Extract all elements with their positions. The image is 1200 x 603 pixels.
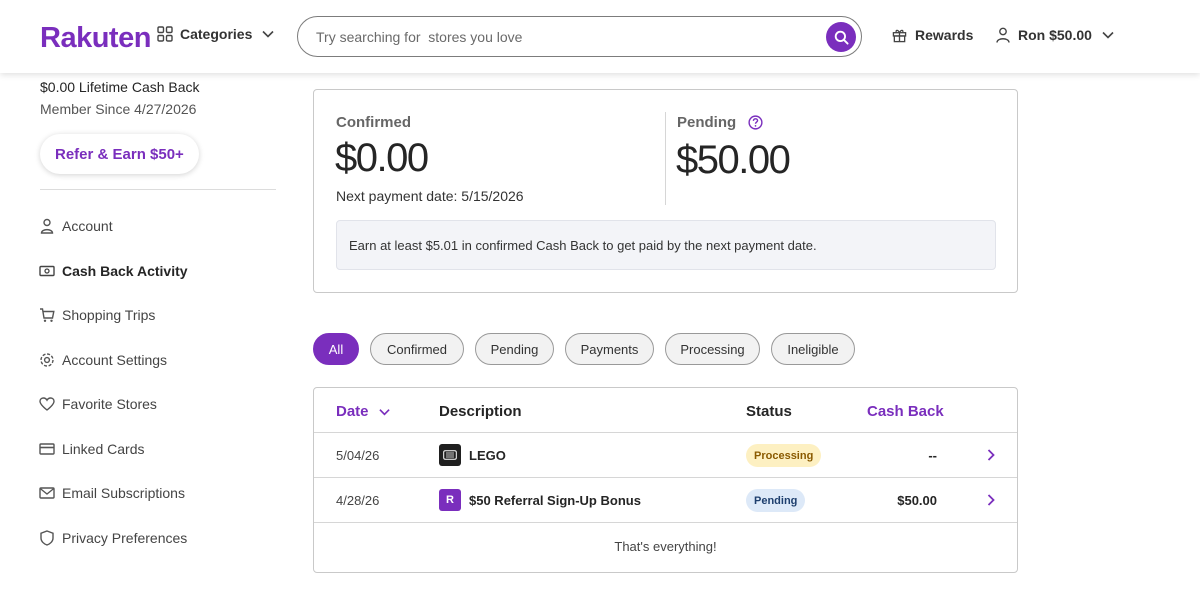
filter-confirmed[interactable]: Confirmed bbox=[370, 333, 464, 365]
chevron-down-icon bbox=[1102, 31, 1114, 39]
confirmed-label: Confirmed bbox=[336, 114, 411, 131]
table-header: Date Description Status Cash Back bbox=[314, 388, 1017, 433]
sidebar-item-privacy-preferences[interactable]: Privacy Preferences bbox=[39, 516, 279, 561]
row-cash-back: $50.00 bbox=[897, 493, 937, 508]
sidebar-item-label: Linked Cards bbox=[62, 440, 145, 457]
payment-info-text: Earn at least $5.01 in confirmed Cash Ba… bbox=[349, 237, 817, 253]
filter-payments[interactable]: Payments bbox=[565, 333, 654, 365]
filter-all[interactable]: All bbox=[313, 333, 359, 365]
sidebar-item-shopping-trips[interactable]: Shopping Trips bbox=[39, 293, 279, 338]
date-sort-header[interactable]: Date bbox=[336, 403, 390, 420]
filter-processing[interactable]: Processing bbox=[665, 333, 760, 365]
description-header: Description bbox=[439, 403, 522, 420]
person-icon bbox=[996, 27, 1010, 43]
categories-label: Categories bbox=[180, 26, 253, 42]
gift-icon bbox=[892, 29, 907, 42]
status-header: Status bbox=[746, 403, 792, 420]
card-icon bbox=[39, 441, 55, 457]
status-badge-processing: Processing bbox=[746, 444, 822, 467]
sidebar-item-linked-cards[interactable]: Linked Cards bbox=[39, 427, 279, 472]
chevron-right-icon[interactable] bbox=[987, 449, 995, 461]
row-date: 5/04/26 bbox=[336, 448, 380, 463]
account-menu[interactable]: Ron $50.00 bbox=[996, 27, 1114, 43]
search-button[interactable] bbox=[826, 22, 856, 52]
cart-icon bbox=[39, 307, 55, 323]
table-row[interactable]: 4/28/26 R $50 Referral Sign-Up Bonus Pen… bbox=[314, 478, 1017, 523]
shield-icon bbox=[39, 530, 55, 546]
sidebar-item-label: Shopping Trips bbox=[62, 307, 156, 324]
table-end-message: That's everything! bbox=[614, 539, 717, 554]
chevron-down-icon bbox=[379, 409, 390, 416]
heart-icon bbox=[39, 396, 55, 412]
lifetime-cash-back: $0.00 Lifetime Cash Back bbox=[40, 79, 200, 95]
lego-store-logo bbox=[439, 444, 461, 466]
filter-pending[interactable]: Pending bbox=[475, 333, 554, 365]
sidebar-nav: Account Cash Back Activity Shopping Trip… bbox=[39, 204, 279, 560]
row-description-text: LEGO bbox=[469, 447, 506, 463]
sidebar-item-cash-back-activity[interactable]: Cash Back Activity bbox=[39, 249, 279, 294]
gear-icon bbox=[39, 352, 55, 368]
rakuten-logo[interactable]: Rakuten bbox=[40, 22, 151, 55]
search-input[interactable] bbox=[316, 28, 796, 45]
cash-icon bbox=[39, 263, 55, 279]
sidebar-item-label: Privacy Preferences bbox=[62, 529, 188, 546]
date-header-label: Date bbox=[336, 403, 369, 420]
filter-tabs: All Confirmed Pending Payments Processin… bbox=[313, 333, 866, 365]
user-balance-label: Ron $50.00 bbox=[1018, 27, 1092, 43]
grid-icon bbox=[157, 26, 173, 42]
cash-back-summary-card: Confirmed $0.00 Next payment date: 5/15/… bbox=[313, 89, 1018, 293]
row-description: R $50 Referral Sign-Up Bonus bbox=[439, 489, 641, 511]
chevron-right-icon[interactable] bbox=[987, 494, 995, 506]
pending-label: Pending bbox=[677, 114, 737, 131]
row-description-text: $50 Referral Sign-Up Bonus bbox=[469, 492, 641, 508]
person-icon bbox=[39, 218, 55, 234]
search-bar bbox=[297, 16, 862, 57]
cash-back-header[interactable]: Cash Back bbox=[867, 403, 944, 420]
payment-info-box: Earn at least $5.01 in confirmed Cash Ba… bbox=[336, 220, 996, 270]
sidebar-item-label: Account Settings bbox=[62, 351, 168, 368]
sidebar-divider bbox=[40, 189, 276, 190]
sidebar-item-label: Email Subscriptions bbox=[62, 485, 185, 502]
sidebar-item-label: Favorite Stores bbox=[62, 396, 157, 413]
member-since: Member Since 4/27/2026 bbox=[40, 101, 197, 117]
refer-earn-button[interactable]: Refer & Earn $50+ bbox=[40, 134, 199, 174]
sidebar-item-favorite-stores[interactable]: Favorite Stores bbox=[39, 382, 279, 427]
summary-divider bbox=[665, 112, 666, 205]
sidebar-item-account-settings[interactable]: Account Settings bbox=[39, 338, 279, 383]
row-description: LEGO bbox=[439, 444, 506, 466]
filter-ineligible[interactable]: Ineligible bbox=[771, 333, 855, 365]
rewards-link[interactable]: Rewards bbox=[892, 27, 973, 43]
sidebar-item-label: Account bbox=[62, 218, 113, 235]
sidebar-item-account[interactable]: Account bbox=[39, 204, 279, 249]
rewards-label: Rewards bbox=[915, 27, 974, 43]
mail-icon bbox=[39, 485, 55, 501]
activity-table: Date Description Status Cash Back 5/04/2… bbox=[313, 387, 1018, 573]
next-payment-date: Next payment date: 5/15/2026 bbox=[336, 188, 524, 204]
categories-menu[interactable]: Categories bbox=[157, 26, 281, 42]
row-date: 4/28/26 bbox=[336, 493, 380, 508]
rakuten-r-logo: R bbox=[439, 489, 461, 511]
top-header: Rakuten Categories Rewards bbox=[0, 0, 1200, 73]
chevron-down-icon bbox=[262, 30, 274, 38]
row-cash-back: -- bbox=[928, 448, 937, 463]
pending-amount: $50.00 bbox=[676, 138, 791, 182]
help-icon[interactable] bbox=[748, 115, 763, 130]
sidebar-item-label: Cash Back Activity bbox=[62, 262, 188, 279]
table-row[interactable]: 5/04/26 LEGO Processing -- bbox=[314, 433, 1017, 478]
sidebar-item-email-subscriptions[interactable]: Email Subscriptions bbox=[39, 471, 279, 516]
search-icon bbox=[834, 30, 849, 45]
status-badge-pending: Pending bbox=[746, 489, 806, 512]
confirmed-amount: $0.00 bbox=[335, 136, 429, 180]
